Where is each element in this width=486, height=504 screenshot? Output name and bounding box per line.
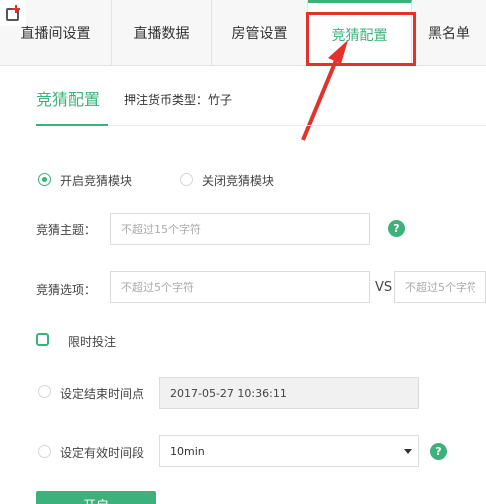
section-title: 竞猜配置 [36, 90, 101, 109]
duration-radio[interactable] [38, 445, 51, 458]
tab-moderator-settings[interactable]: 房管设置 [212, 0, 308, 66]
chevron-down-icon [404, 449, 412, 454]
duration-select[interactable]: 10min [159, 435, 419, 467]
vs-label: VS [375, 280, 393, 295]
tab-betting-config[interactable]: 竞猜配置 [308, 0, 412, 67]
corner-logo-overlay [0, 0, 26, 26]
tab-live-data[interactable]: 直播数据 [112, 0, 212, 66]
option-a-input[interactable] [110, 271, 370, 303]
disable-module-label: 关闭竞猜模块 [202, 174, 275, 188]
annotation-arrow [301, 40, 348, 141]
time-limit-label: 限时投注 [68, 335, 117, 349]
end-time-radio[interactable] [38, 385, 51, 398]
topic-label: 竞猜主题： [36, 223, 97, 237]
duration-label: 设定有效时间段 [60, 446, 145, 460]
currency-type: 押注货币类型：竹子 [124, 93, 233, 107]
tab-bar: 直播间设置 直播数据 房管设置 竞猜配置 黑名单 [0, 0, 486, 67]
section-title-underline [36, 124, 108, 126]
disable-module-radio[interactable] [180, 173, 193, 186]
options-label: 竞猜选项： [36, 283, 97, 297]
duration-select-value: 10min [170, 444, 205, 458]
enable-module-label: 开启竞猜模块 [60, 174, 133, 188]
duration-help-icon[interactable]: ? [430, 443, 447, 460]
option-b-input[interactable] [394, 271, 486, 303]
end-time-input[interactable] [159, 377, 419, 409]
topic-help-icon[interactable]: ? [388, 220, 405, 237]
time-limit-checkbox[interactable] [36, 333, 49, 346]
submit-button[interactable]: 开启 [36, 491, 156, 504]
tab-blacklist[interactable]: 黑名单 [412, 0, 486, 66]
enable-module-radio[interactable] [38, 173, 51, 186]
topic-input[interactable] [110, 213, 370, 245]
end-time-label: 设定结束时间点 [60, 387, 145, 401]
